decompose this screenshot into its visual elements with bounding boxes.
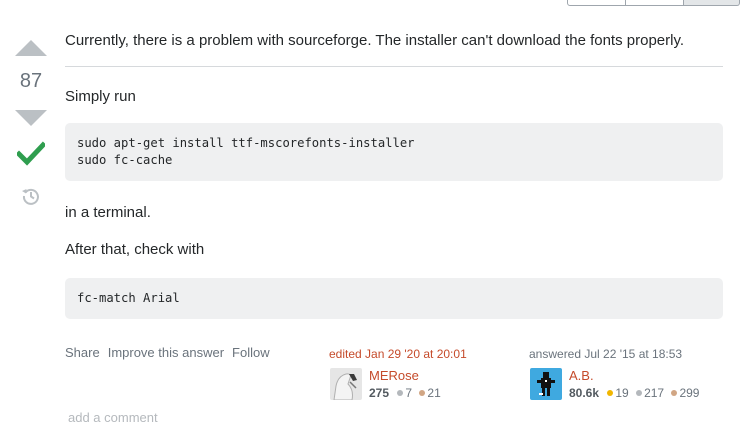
code-line: sudo apt-get install ttf-mscorefonts-ins…: [77, 136, 415, 150]
avatar[interactable]: [330, 368, 362, 400]
gold-badge: 19: [605, 386, 629, 400]
silver-badge-icon: [636, 390, 643, 397]
code-line: fc-match Arial: [77, 291, 180, 305]
silver-badge: 217: [634, 386, 664, 400]
code-line: sudo fc-cache: [77, 153, 173, 167]
answered-timestamp: answered Jul 22 '15 at 18:53: [529, 347, 683, 361]
sort-tab-3[interactable]: [684, 0, 740, 6]
bronze-badge-icon: [419, 390, 426, 397]
answerer-signature: answered Jul 22 '15 at 18:53 A.B. 80.6k …: [529, 347, 699, 400]
sort-tab-1[interactable]: [567, 0, 626, 6]
vote-up-arrow-icon[interactable]: [15, 40, 47, 56]
edited-timestamp-link[interactable]: edited Jan 29 '20 at 20:01: [329, 347, 467, 361]
sort-tabs: [567, 0, 740, 6]
editor-reputation: 275 7 21: [369, 386, 443, 400]
after-that-paragraph: After that, check with: [65, 241, 205, 258]
vote-down-arrow-icon[interactable]: [15, 110, 47, 126]
vote-count: 87: [19, 70, 43, 92]
post-menu: Share Improve this answer Follow: [65, 345, 270, 360]
intro-paragraph: Currently, there is a problem with sourc…: [65, 32, 685, 49]
silver-badge: 7: [395, 386, 412, 400]
silver-badge-icon: [397, 390, 404, 397]
answerer-reputation: 80.6k 19 217 299: [569, 386, 701, 400]
simply-run-paragraph: Simply run: [65, 88, 136, 105]
reputation-score: 275: [369, 386, 390, 400]
avatar[interactable]: [530, 368, 562, 400]
bronze-badge: 299: [669, 386, 699, 400]
editor-signature: edited Jan 29 '20 at 20:01 MERose 275 7 …: [329, 347, 467, 400]
sort-tab-2[interactable]: [626, 0, 684, 6]
answerer-name-link[interactable]: A.B.: [569, 368, 594, 383]
follow-link[interactable]: Follow: [232, 345, 270, 360]
improve-answer-link[interactable]: Improve this answer: [108, 345, 224, 360]
share-link[interactable]: Share: [65, 345, 100, 360]
editor-name-link[interactable]: MERose: [369, 368, 419, 383]
add-comment-link[interactable]: add a comment: [68, 410, 158, 425]
reputation-score: 80.6k: [569, 386, 600, 400]
bronze-badge-icon: [671, 390, 678, 397]
bronze-badge: 21: [417, 386, 441, 400]
silver-badge-count: 7: [405, 386, 413, 400]
history-icon[interactable]: [21, 186, 41, 206]
code-block-install: sudo apt-get install ttf-mscorefonts-ins…: [65, 123, 723, 181]
in-terminal-paragraph: in a terminal.: [65, 204, 151, 221]
horizontal-rule: [65, 66, 723, 67]
gold-badge-icon: [607, 390, 614, 397]
silver-badge-count: 217: [644, 386, 665, 400]
gold-badge-count: 19: [615, 386, 629, 400]
code-block-check: fc-match Arial: [65, 278, 723, 319]
bronze-badge-count: 21: [427, 386, 441, 400]
bronze-badge-count: 299: [679, 386, 700, 400]
accepted-checkmark-icon: [17, 141, 45, 166]
